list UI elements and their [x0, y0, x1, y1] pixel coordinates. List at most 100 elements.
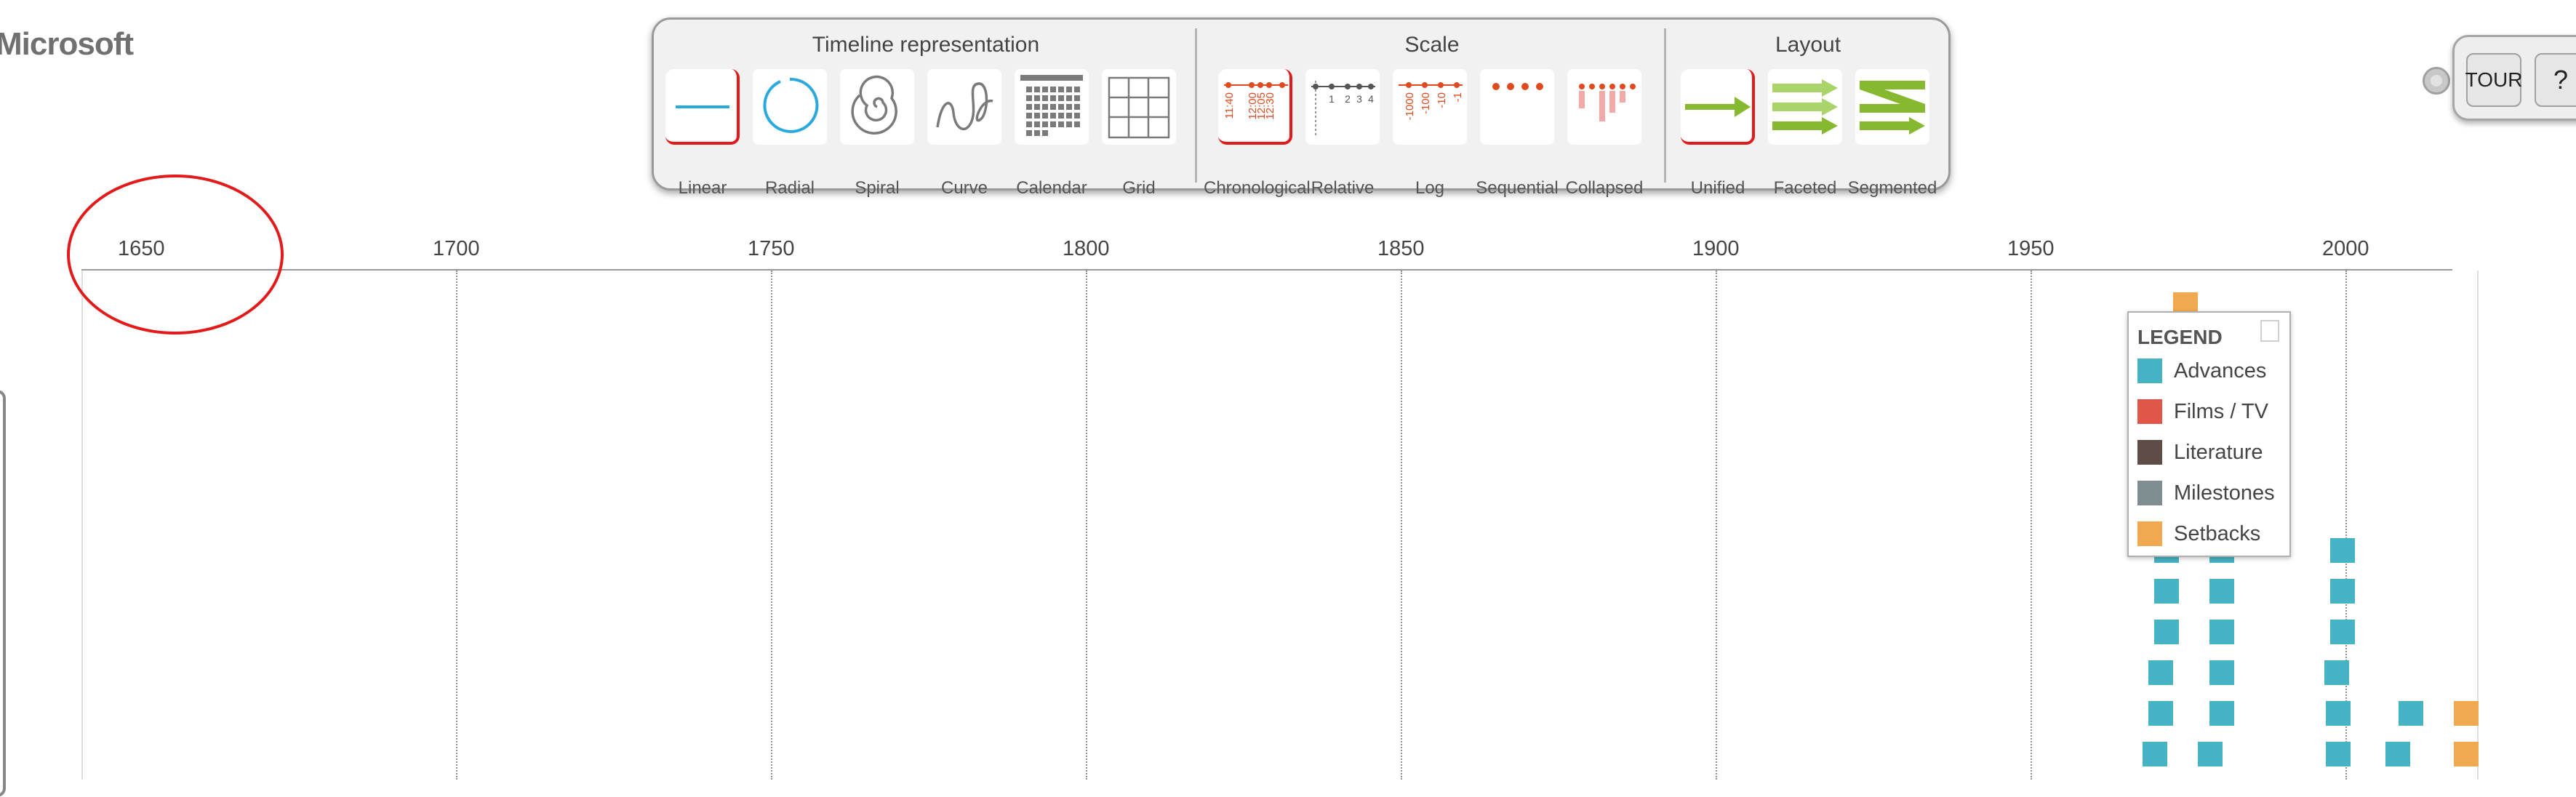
timeline-event-marker[interactable] [2326, 701, 2351, 726]
log-tick-1: -1000 [1404, 92, 1416, 120]
relative-icon: 1 2 3 4 [1311, 81, 1375, 136]
relative-tick-4: 4 [1368, 93, 1374, 105]
legend-item-setbacks[interactable]: Setbacks [2137, 519, 2260, 548]
tool-unified[interactable]: Unified [1681, 69, 1755, 198]
legend-swatch [2137, 521, 2162, 546]
axis-tick-label: 1950 [2007, 237, 2055, 260]
chrono-tick-4: 12:30 [1264, 92, 1276, 120]
tool-grid[interactable]: Grid [1102, 69, 1176, 198]
tool-curve[interactable]: Curve [927, 69, 1001, 198]
axis-tick-label: 2000 [2322, 237, 2369, 260]
legend-item-films-tv[interactable]: Films / TV [2137, 397, 2268, 426]
spiral-icon [851, 75, 897, 135]
chronological-icon: 11:40 12:00 12:05 12:30 [1223, 82, 1288, 120]
gridline [1086, 271, 1087, 780]
gridline [2031, 271, 2032, 780]
highlight-circle-annotation [67, 175, 284, 335]
chrono-tick-1: 11:40 [1223, 92, 1236, 119]
timeline-event-marker[interactable] [2143, 742, 2167, 766]
tool-label: Grid [1122, 178, 1156, 198]
timeline-event-marker[interactable] [2399, 701, 2423, 726]
help-button[interactable]: ? [2535, 53, 2576, 107]
timeline-event-marker[interactable] [2209, 660, 2234, 685]
tour-button[interactable]: TOUR [2465, 53, 2522, 107]
timeline-event-marker[interactable] [2148, 701, 2173, 726]
legend-item-advances[interactable]: Advances [2137, 356, 2266, 385]
tool-label: Segmented [1847, 178, 1937, 198]
timeline-event-marker[interactable] [2198, 742, 2223, 766]
tool-calendar[interactable]: Calendar [1015, 69, 1089, 198]
timeline-event-marker[interactable] [2326, 742, 2351, 766]
legend-label: Literature [2174, 440, 2263, 464]
tool-segmented[interactable]: Segmented [1848, 69, 1937, 198]
collapsed-icon [1579, 84, 1636, 121]
tool-relative[interactable]: 1 2 3 4 Relative [1305, 69, 1380, 198]
gridline [1401, 271, 1402, 780]
tool-radial[interactable]: Radial [753, 69, 827, 198]
timeline-event-marker[interactable] [2385, 742, 2410, 766]
radial-icon [763, 77, 819, 133]
timeline-event-marker[interactable] [2330, 620, 2355, 644]
timeline-event-marker[interactable] [2209, 620, 2234, 644]
timeline-event-marker[interactable] [2154, 579, 2179, 604]
tour-panel: TOUR ? [2452, 35, 2576, 121]
tool-collapsed[interactable]: Collapsed [1566, 69, 1643, 198]
tool-faceted[interactable]: Faceted [1768, 69, 1842, 198]
toolbar-separator [1195, 28, 1197, 183]
log-icon: -1000 -100 -10 -1 [1399, 82, 1464, 120]
tool-label: Collapsed [1565, 178, 1644, 198]
axis-tick-label: 1850 [1377, 237, 1425, 260]
legend-item-literature[interactable]: Literature [2137, 438, 2263, 467]
axis-tick-label: 1900 [1692, 237, 1740, 260]
unified-icon [1685, 97, 1751, 117]
options-toolbar: Timeline representation Scale Layout Lin… [652, 17, 1951, 198]
relative-tick-1: 1 [1329, 93, 1335, 105]
brand-logo-text: Microsoft [0, 26, 134, 62]
group-title-layout: Layout [1775, 33, 1841, 57]
timeline-event-marker[interactable] [2330, 538, 2355, 563]
axis-tick-label: 1800 [1063, 237, 1110, 260]
timeline-event-marker[interactable] [2324, 660, 2349, 685]
tool-spiral[interactable]: Spiral [840, 69, 914, 198]
legend-close-box[interactable] [2260, 320, 2279, 342]
tool-linear[interactable]: Linear [665, 69, 740, 198]
plot-left-edge [81, 271, 83, 780]
axis-tick-label: 1700 [433, 237, 480, 260]
legend-swatch [2137, 481, 2162, 505]
timeline-event-marker[interactable] [2209, 701, 2234, 726]
side-panel-edge[interactable] [0, 390, 6, 797]
timeline-event-marker[interactable] [2330, 579, 2355, 604]
tool-log[interactable]: -1000 -100 -10 -1 Log [1393, 69, 1467, 198]
legend-panel: LEGEND Advances Films / TV Literature Mi… [2127, 311, 2291, 557]
timeline-event-marker[interactable] [2154, 620, 2179, 644]
curve-icon [936, 82, 993, 131]
timeline-event-marker[interactable] [2209, 579, 2234, 604]
tool-chronological[interactable]: 11:40 12:00 12:05 12:30 Chronological [1204, 69, 1311, 198]
relative-tick-2: 2 [1345, 93, 1351, 105]
sequential-icon [1492, 83, 1543, 90]
log-tick-4: -1 [1452, 92, 1464, 102]
legend-swatch [2137, 440, 2162, 465]
tool-sequential[interactable]: Sequential [1476, 69, 1559, 198]
timeline-event-marker[interactable] [2454, 742, 2479, 766]
legend-label: Milestones [2174, 481, 2275, 505]
gridline [456, 271, 457, 780]
faceted-icon [1772, 79, 1838, 135]
legend-item-milestones[interactable]: Milestones [2137, 478, 2275, 508]
segmented-icon [1860, 81, 1925, 135]
group-title-representation: Timeline representation [812, 33, 1040, 57]
gridline [771, 271, 772, 780]
grid-icon [1108, 76, 1170, 139]
axis-tick-label: 1750 [748, 237, 795, 260]
legend-label: Advances [2174, 359, 2267, 383]
legend-swatch [2137, 359, 2162, 383]
gridline [1716, 271, 1717, 780]
relative-tick-3: 3 [1356, 93, 1362, 105]
legend-label: Setbacks [2174, 521, 2261, 545]
legend-title: LEGEND [2137, 326, 2223, 348]
timeline-event-marker[interactable] [2148, 660, 2173, 685]
group-title-scale: Scale [1404, 33, 1460, 57]
timeline-event-marker[interactable] [2454, 701, 2479, 726]
record-toggle-button[interactable] [2423, 67, 2450, 95]
log-tick-2: -100 [1420, 92, 1432, 114]
